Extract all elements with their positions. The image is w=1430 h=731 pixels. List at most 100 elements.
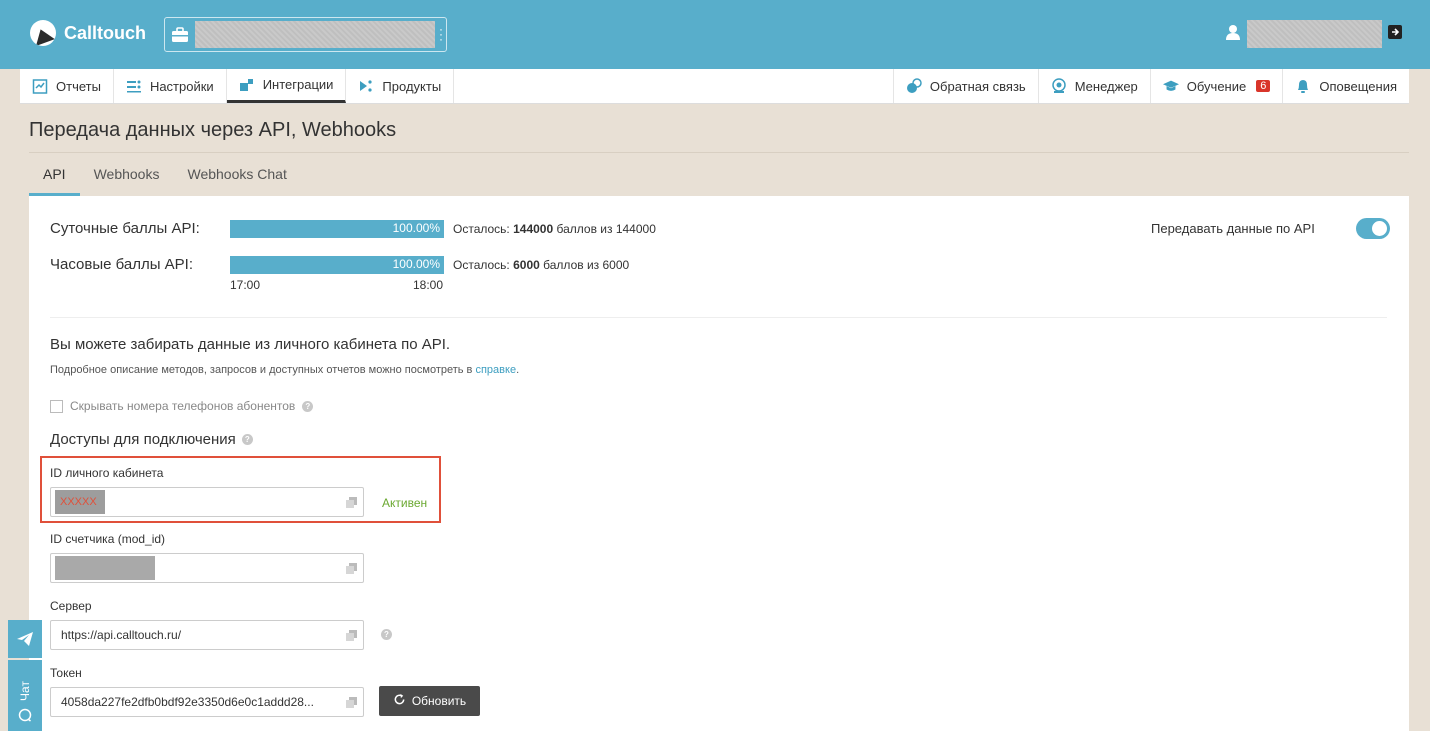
account-selector[interactable]: · · · (164, 17, 447, 52)
section-divider (50, 317, 1387, 318)
access-heading-text: Доступы для подключения (50, 431, 236, 448)
server-field[interactable]: https://api.calltouch.ru/ (50, 620, 364, 650)
info-text-after: . (516, 364, 520, 376)
hourly-score-label: Часовые баллы API: (50, 256, 193, 273)
help-icon[interactable]: ? (302, 400, 314, 412)
copy-icon[interactable] (339, 696, 363, 708)
top-bar: Calltouch · · · (0, 0, 1430, 69)
hourly-score-percent: 100.00% (392, 257, 440, 271)
tab-webhooks-chat[interactable]: Webhooks Chat (173, 165, 300, 196)
access-heading: Доступы для подключения ? (50, 431, 253, 448)
token-value: 4058da227fe2dfb0bdf92e3350d6e0c1addd28..… (61, 695, 314, 709)
page-tabs: API Webhooks Webhooks Chat (29, 165, 301, 196)
help-icon[interactable]: ? (241, 434, 253, 445)
daily-score-percent: 100.00% (392, 221, 440, 235)
copy-icon[interactable] (339, 496, 363, 508)
hide-phones-checkbox[interactable] (50, 399, 63, 413)
daily-score-label: Суточные баллы API: (50, 220, 200, 237)
hourly-score-remaining: Осталось: 6000 баллов из 6000 (453, 258, 629, 272)
refresh-icon (393, 693, 406, 709)
help-icon[interactable]: ? (381, 629, 392, 640)
counter-id-field[interactable] (50, 553, 364, 583)
chat-bubble-icon (18, 708, 32, 727)
logout-icon[interactable] (1388, 24, 1402, 44)
help-link[interactable]: справке (475, 364, 516, 376)
settings-icon (126, 78, 142, 94)
chat-widget-tab[interactable]: Чат (8, 660, 42, 731)
nav-label: Интеграции (262, 77, 334, 92)
hourly-time-start: 17:00 (230, 278, 261, 292)
refresh-token-button[interactable]: Обновить (379, 686, 480, 716)
hourly-score-bar: 100.00% (230, 256, 444, 274)
hide-phones-row: Скрывать номера телефонов абонентов ? (50, 399, 314, 413)
tab-api[interactable]: API (29, 165, 80, 196)
briefcase-icon (165, 18, 195, 51)
nav-label: Отчеты (56, 78, 101, 94)
token-label: Токен (50, 666, 82, 680)
nav-label: Оповещения (1319, 78, 1397, 94)
api-info-heading: Вы можете забирать данные из личного каб… (50, 336, 451, 353)
integrations-icon (239, 77, 255, 93)
remain-prefix: Осталось: (453, 222, 510, 236)
tab-webhooks[interactable]: Webhooks (80, 165, 174, 196)
nav-label: Продукты (382, 78, 442, 94)
nav-label: Обучение (1186, 78, 1247, 94)
cabinet-id-label: ID личного кабинета (50, 466, 164, 480)
education-count-badge: 6 (1256, 80, 1271, 92)
main-nav: Отчеты Настройки Интеграции Продукты Обр… (20, 69, 1409, 104)
counter-id-label: ID счетчика (mod_id) (50, 532, 166, 546)
server-label: Сервер (50, 599, 92, 613)
reports-icon (32, 78, 48, 94)
calltouch-logo-icon (30, 20, 56, 46)
products-icon (358, 78, 374, 94)
nav-label: Менеджер (1074, 78, 1138, 94)
hourly-time-end: 18:00 (413, 278, 444, 292)
remain-suffix: баллов из 144000 (556, 222, 656, 236)
cabinet-id-value-redacted: XXXXX (55, 490, 105, 514)
hide-phones-label: Скрывать номера телефонов абонентов (70, 399, 296, 413)
send-api-toggle[interactable] (1356, 218, 1390, 239)
remain-value: 144000 (513, 222, 554, 236)
nav-item-notifications[interactable]: Оповещения (1282, 69, 1409, 103)
nav-item-education[interactable]: Обучение 6 (1149, 69, 1283, 103)
telegram-button[interactable] (8, 620, 42, 658)
nav-label: Обратная связь (929, 78, 1026, 94)
remain-prefix: Осталось: (453, 258, 510, 272)
remain-suffix: баллов из 6000 (543, 258, 630, 272)
telegram-icon (17, 632, 33, 646)
dropdown-dots-icon: · · · (439, 22, 443, 46)
chat-label: Чат (18, 681, 32, 701)
cabinet-id-field[interactable]: XXXXX (50, 487, 364, 517)
title-divider (29, 152, 1409, 153)
user-menu[interactable] (1225, 20, 1402, 48)
info-text-before: Подробное описание методов, запросов и д… (50, 364, 473, 376)
bell-icon (1295, 78, 1311, 94)
nav-item-products[interactable]: Продукты (346, 69, 455, 103)
api-settings-card: Суточные баллы API: 100.00% Осталось: 14… (29, 196, 1409, 731)
send-api-label: Передавать данные по API (1151, 221, 1315, 236)
token-field[interactable]: 4058da227fe2dfb0bdf92e3350d6e0c1addd28..… (50, 687, 364, 717)
user-name-redacted (1247, 20, 1382, 48)
remain-value: 6000 (513, 258, 540, 272)
nav-item-manager[interactable]: Менеджер (1037, 69, 1150, 103)
server-value: https://api.calltouch.ru/ (61, 628, 182, 642)
daily-score-bar: 100.00% (230, 220, 444, 238)
page-title: Передача данных через API, Webhooks (29, 119, 397, 141)
user-icon (1225, 24, 1241, 45)
brand-name: Calltouch (64, 22, 147, 43)
cabinet-status: Активен (382, 496, 428, 510)
nav-item-integrations[interactable]: Интеграции (226, 69, 347, 103)
manager-icon (1051, 78, 1067, 94)
nav-item-feedback[interactable]: Обратная связь (892, 69, 1038, 103)
account-name-redacted (195, 21, 435, 48)
copy-icon[interactable] (339, 562, 363, 574)
nav-item-settings[interactable]: Настройки (114, 69, 227, 103)
copy-icon[interactable] (339, 629, 363, 641)
brand-logo[interactable]: Calltouch (30, 20, 146, 46)
education-icon (1162, 78, 1179, 94)
refresh-label: Обновить (411, 694, 467, 708)
daily-score-remaining: Осталось: 144000 баллов из 144000 (453, 222, 656, 236)
nav-item-reports[interactable]: Отчеты (20, 69, 114, 103)
nav-label: Настройки (149, 78, 214, 94)
